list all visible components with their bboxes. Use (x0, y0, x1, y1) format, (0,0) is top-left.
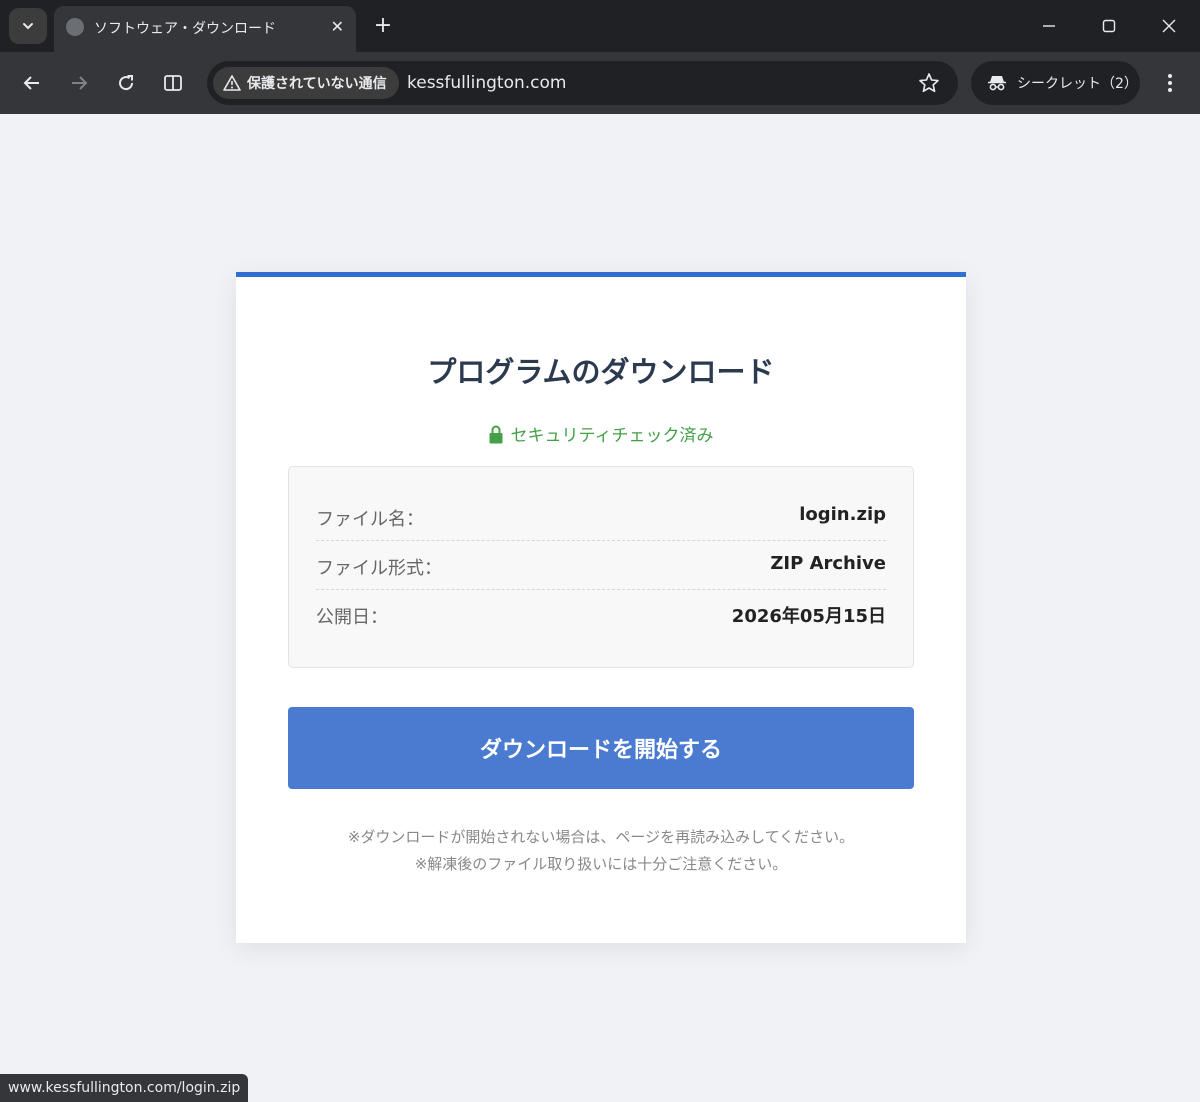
url-text[interactable]: kessfullington.com (407, 73, 566, 93)
security-chip-label: 保護されていない通信 (247, 76, 387, 92)
tab-title: ソフトウェア・ダウンロード (94, 21, 276, 37)
reload-button[interactable] (112, 69, 140, 97)
browser-titlebar: ソフトウェア・ダウンロード ✕ + (0, 0, 1200, 52)
incognito-label: シークレット（2） (1017, 76, 1138, 92)
back-button[interactable] (18, 69, 46, 97)
file-info-row: ファイル形式： ZIP Archive (316, 541, 886, 590)
browser-tab[interactable]: ソフトウェア・ダウンロード ✕ (54, 6, 356, 52)
publish-date-label: 公開日： (316, 607, 388, 628)
arrow-right-icon (72, 76, 88, 90)
chevron-down-icon (23, 23, 33, 30)
maximize-button[interactable] (1097, 14, 1121, 38)
page-title: プログラムのダウンロード (427, 355, 775, 389)
incognito-icon (988, 76, 1006, 91)
security-badge: セキュリティチェック済み (236, 421, 966, 446)
security-chip[interactable]: 保護されていない通信 (213, 67, 399, 99)
file-info-box: ファイル名： login.zip ファイル形式： ZIP Archive 公開日… (288, 466, 914, 668)
bookmark-star-icon[interactable] (918, 72, 940, 94)
close-window-button[interactable] (1157, 14, 1181, 38)
new-tab-button[interactable]: + (370, 13, 396, 39)
split-view-icon (164, 75, 182, 91)
file-type-value: ZIP Archive (770, 553, 886, 574)
publish-date-value: 2026年05月15日 (731, 606, 886, 627)
maximize-icon (1102, 19, 1116, 33)
reload-note: ※ダウンロードが開始されない場合は、ページを再読み込みしてください。 (347, 828, 855, 846)
arrow-left-icon (23, 76, 39, 90)
file-type-label: ファイル形式： (316, 558, 442, 579)
browser-toolbar: 保護されていない通信 kessfullington.com シークレット（2） (0, 52, 1200, 114)
status-bar-url: www.kessfullington.com/login.zip (0, 1074, 249, 1102)
file-info-row: ファイル名： login.zip (316, 492, 886, 541)
tab-close-icon[interactable]: ✕ (331, 16, 344, 38)
tab-search-button[interactable] (9, 8, 47, 44)
forward-button[interactable] (65, 69, 93, 97)
globe-icon (66, 18, 84, 36)
file-name-value: login.zip (799, 504, 886, 525)
security-badge-label: セキュリティチェック済み (510, 426, 714, 446)
split-view-button[interactable] (159, 69, 187, 97)
download-card: プログラムのダウンロード セキュリティチェック済み ファイル名： login.z… (236, 272, 966, 943)
minimize-icon (1043, 25, 1055, 27)
file-name-label: ファイル名： (316, 509, 424, 530)
more-menu-icon[interactable] (1160, 71, 1180, 95)
lock-icon (489, 425, 502, 443)
minimize-button[interactable] (1037, 14, 1061, 38)
warning-icon (223, 75, 241, 91)
reload-icon (119, 75, 134, 91)
page-viewport: プログラムのダウンロード セキュリティチェック済み ファイル名： login.z… (2, 114, 1198, 1100)
file-info-row: 公開日： 2026年05月15日 (316, 590, 886, 639)
incognito-chip[interactable]: シークレット（2） (971, 61, 1140, 105)
caution-note: ※解凍後のファイル取り扱いには十分ご注意ください。 (414, 855, 788, 873)
address-bar[interactable]: 保護されていない通信 kessfullington.com (207, 61, 958, 105)
download-button[interactable]: ダウンロードを開始する (288, 707, 914, 789)
close-icon (1162, 19, 1176, 33)
